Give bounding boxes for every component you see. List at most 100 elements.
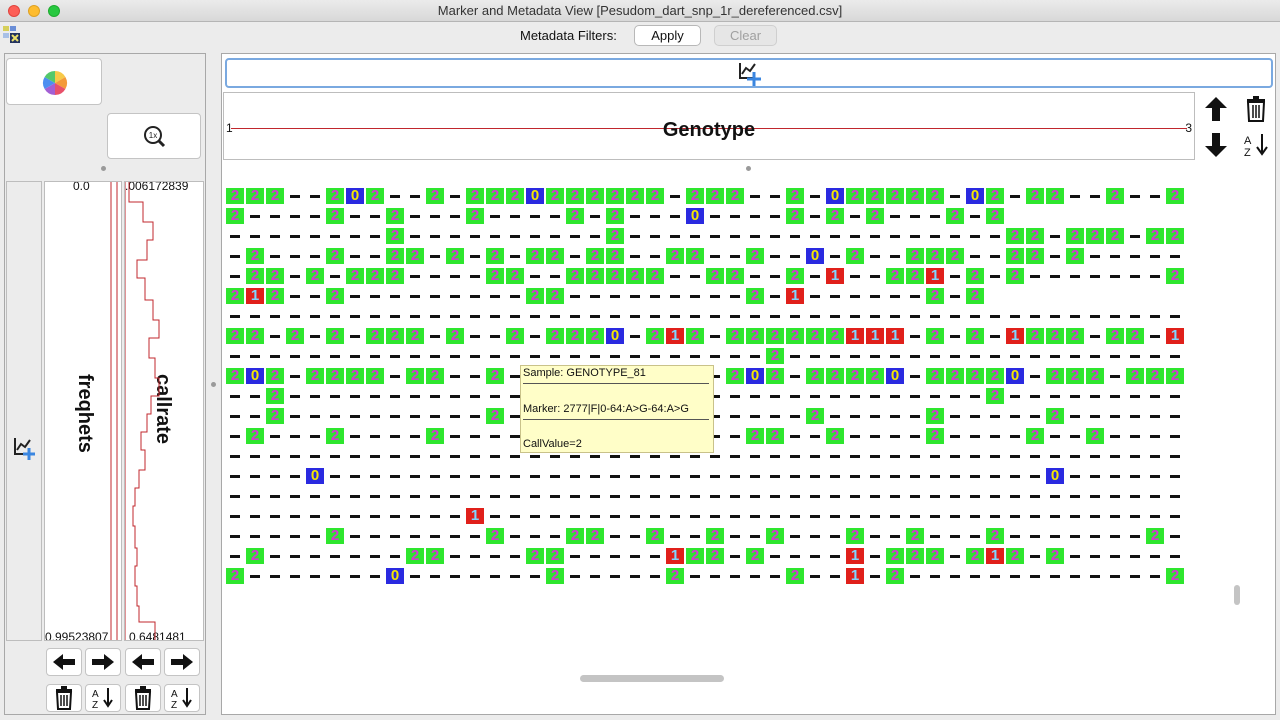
genotype-cell[interactable]: 2 xyxy=(746,328,764,344)
genotype-cell[interactable]: 2 xyxy=(926,428,944,444)
genotype-cell[interactable]: 2 xyxy=(266,268,284,284)
add-metadata-track-bar[interactable] xyxy=(225,58,1273,88)
prev-left-button[interactable] xyxy=(46,648,82,676)
genotype-cell[interactable]: 2 xyxy=(586,528,604,544)
genotype-cell[interactable]: 2 xyxy=(386,208,404,224)
genotype-cell[interactable]: 2 xyxy=(966,548,984,564)
genotype-cell[interactable]: 2 xyxy=(306,268,324,284)
genotype-cell[interactable]: 2 xyxy=(426,548,444,564)
genotype-cell[interactable]: 2 xyxy=(766,348,784,364)
zoom-reset-button[interactable]: 1x xyxy=(107,113,201,159)
genotype-cell[interactable]: 2 xyxy=(646,328,664,344)
genotype-cell[interactable]: 2 xyxy=(226,288,244,304)
genotype-cell[interactable]: 1 xyxy=(986,548,1004,564)
genotype-cell[interactable]: 2 xyxy=(866,188,884,204)
genotype-cell[interactable]: 2 xyxy=(326,528,344,544)
genotype-cell[interactable]: 2 xyxy=(946,368,964,384)
genotype-cell[interactable]: 2 xyxy=(1166,368,1184,384)
genotype-cell[interactable]: 2 xyxy=(806,368,824,384)
genotype-cell[interactable]: 1 xyxy=(786,288,804,304)
genotype-cell[interactable]: 2 xyxy=(606,188,624,204)
genotype-cell[interactable]: 0 xyxy=(1006,368,1024,384)
genotype-cell[interactable]: 2 xyxy=(826,368,844,384)
genotype-cell[interactable]: 1 xyxy=(666,548,684,564)
genotype-cell[interactable]: 2 xyxy=(786,328,804,344)
genotype-cell[interactable]: 2 xyxy=(726,368,744,384)
genotype-cell[interactable]: 2 xyxy=(846,188,864,204)
genotype-cell[interactable]: 2 xyxy=(306,368,324,384)
genotype-cell[interactable]: 2 xyxy=(786,208,804,224)
genotype-cell[interactable]: 2 xyxy=(586,268,604,284)
genotype-cell[interactable]: 2 xyxy=(1006,268,1024,284)
genotype-cell[interactable]: 2 xyxy=(946,208,964,224)
genotype-cell[interactable]: 2 xyxy=(1146,368,1164,384)
genotype-cell[interactable]: 2 xyxy=(986,188,1004,204)
genotype-cell[interactable]: 2 xyxy=(246,248,264,264)
genotype-cell[interactable]: 2 xyxy=(246,188,264,204)
genotype-cell[interactable]: 2 xyxy=(426,428,444,444)
genotype-cell[interactable]: 2 xyxy=(546,288,564,304)
genotype-cell[interactable]: 2 xyxy=(1106,188,1124,204)
genotype-cell[interactable]: 2 xyxy=(226,328,244,344)
genotype-cell[interactable]: 2 xyxy=(926,328,944,344)
genotype-cell[interactable]: 2 xyxy=(1006,248,1024,264)
horizontal-scrollbar[interactable] xyxy=(580,675,724,682)
next-right-button[interactable] xyxy=(164,648,200,676)
genotype-cell[interactable]: 2 xyxy=(1126,328,1144,344)
genotype-cell[interactable]: 2 xyxy=(586,248,604,264)
genotype-cell[interactable]: 2 xyxy=(766,368,784,384)
genotype-cell[interactable]: 2 xyxy=(946,248,964,264)
genotype-cell[interactable]: 2 xyxy=(1066,328,1084,344)
genotype-cell[interactable]: 2 xyxy=(246,268,264,284)
genotype-cell[interactable]: 2 xyxy=(706,548,724,564)
genotype-cell[interactable]: 2 xyxy=(366,328,384,344)
genotype-cell[interactable]: 2 xyxy=(606,268,624,284)
genotype-cell[interactable]: 2 xyxy=(386,268,404,284)
genotype-cell[interactable]: 2 xyxy=(706,528,724,544)
genotype-cell[interactable]: 2 xyxy=(326,328,344,344)
genotype-cell[interactable]: 2 xyxy=(226,568,244,584)
genotype-cell[interactable]: 2 xyxy=(686,248,704,264)
genotype-cell[interactable]: 2 xyxy=(486,268,504,284)
genotype-cell[interactable]: 1 xyxy=(666,328,684,344)
genotype-cell[interactable]: 2 xyxy=(906,188,924,204)
genotype-cell[interactable]: 2 xyxy=(906,248,924,264)
genotype-cell[interactable]: 2 xyxy=(886,548,904,564)
genotype-cell[interactable]: 0 xyxy=(686,208,704,224)
genotype-cell[interactable]: 0 xyxy=(886,368,904,384)
genotype-cell[interactable]: 2 xyxy=(1166,268,1184,284)
genotype-cell[interactable]: 2 xyxy=(866,208,884,224)
genotype-cell[interactable]: 2 xyxy=(606,248,624,264)
genotype-cell[interactable]: 2 xyxy=(1166,188,1184,204)
sort-freqhets-button[interactable]: AZ xyxy=(85,684,121,712)
genotype-cell[interactable]: 2 xyxy=(746,548,764,564)
color-scheme-button[interactable] xyxy=(6,58,102,105)
genotype-cell[interactable]: 2 xyxy=(1166,228,1184,244)
genotype-cell[interactable]: 2 xyxy=(426,368,444,384)
genotype-cell[interactable]: 2 xyxy=(1066,248,1084,264)
genotype-cell[interactable]: 2 xyxy=(926,188,944,204)
left-panel-split-handle[interactable] xyxy=(101,166,106,171)
genotype-cell[interactable]: 2 xyxy=(586,328,604,344)
genotype-cell[interactable]: 2 xyxy=(346,368,364,384)
genotype-cell[interactable]: 2 xyxy=(646,268,664,284)
genotype-cell[interactable]: 1 xyxy=(826,268,844,284)
genotype-cell[interactable]: 2 xyxy=(1146,528,1164,544)
genotype-cell[interactable]: 2 xyxy=(546,248,564,264)
genotype-cell[interactable]: 2 xyxy=(266,408,284,424)
vertical-scrollbar[interactable] xyxy=(1234,585,1240,605)
genotype-cell[interactable]: 2 xyxy=(926,368,944,384)
genotype-cell[interactable]: 0 xyxy=(826,188,844,204)
track-split-handle[interactable] xyxy=(746,166,751,171)
genotype-cell[interactable]: 0 xyxy=(526,188,544,204)
genotype-cell[interactable]: 2 xyxy=(886,188,904,204)
genotype-cell[interactable]: 2 xyxy=(326,288,344,304)
genotype-cell[interactable]: 2 xyxy=(846,248,864,264)
genotype-cell[interactable]: 1 xyxy=(846,548,864,564)
zoom-window-button[interactable] xyxy=(48,5,60,17)
genotype-cell[interactable]: 2 xyxy=(566,268,584,284)
next-left-button[interactable] xyxy=(85,648,121,676)
genotype-cell[interactable]: 2 xyxy=(546,328,564,344)
genotype-cell[interactable]: 2 xyxy=(1046,188,1064,204)
genotype-cell[interactable]: 2 xyxy=(706,188,724,204)
